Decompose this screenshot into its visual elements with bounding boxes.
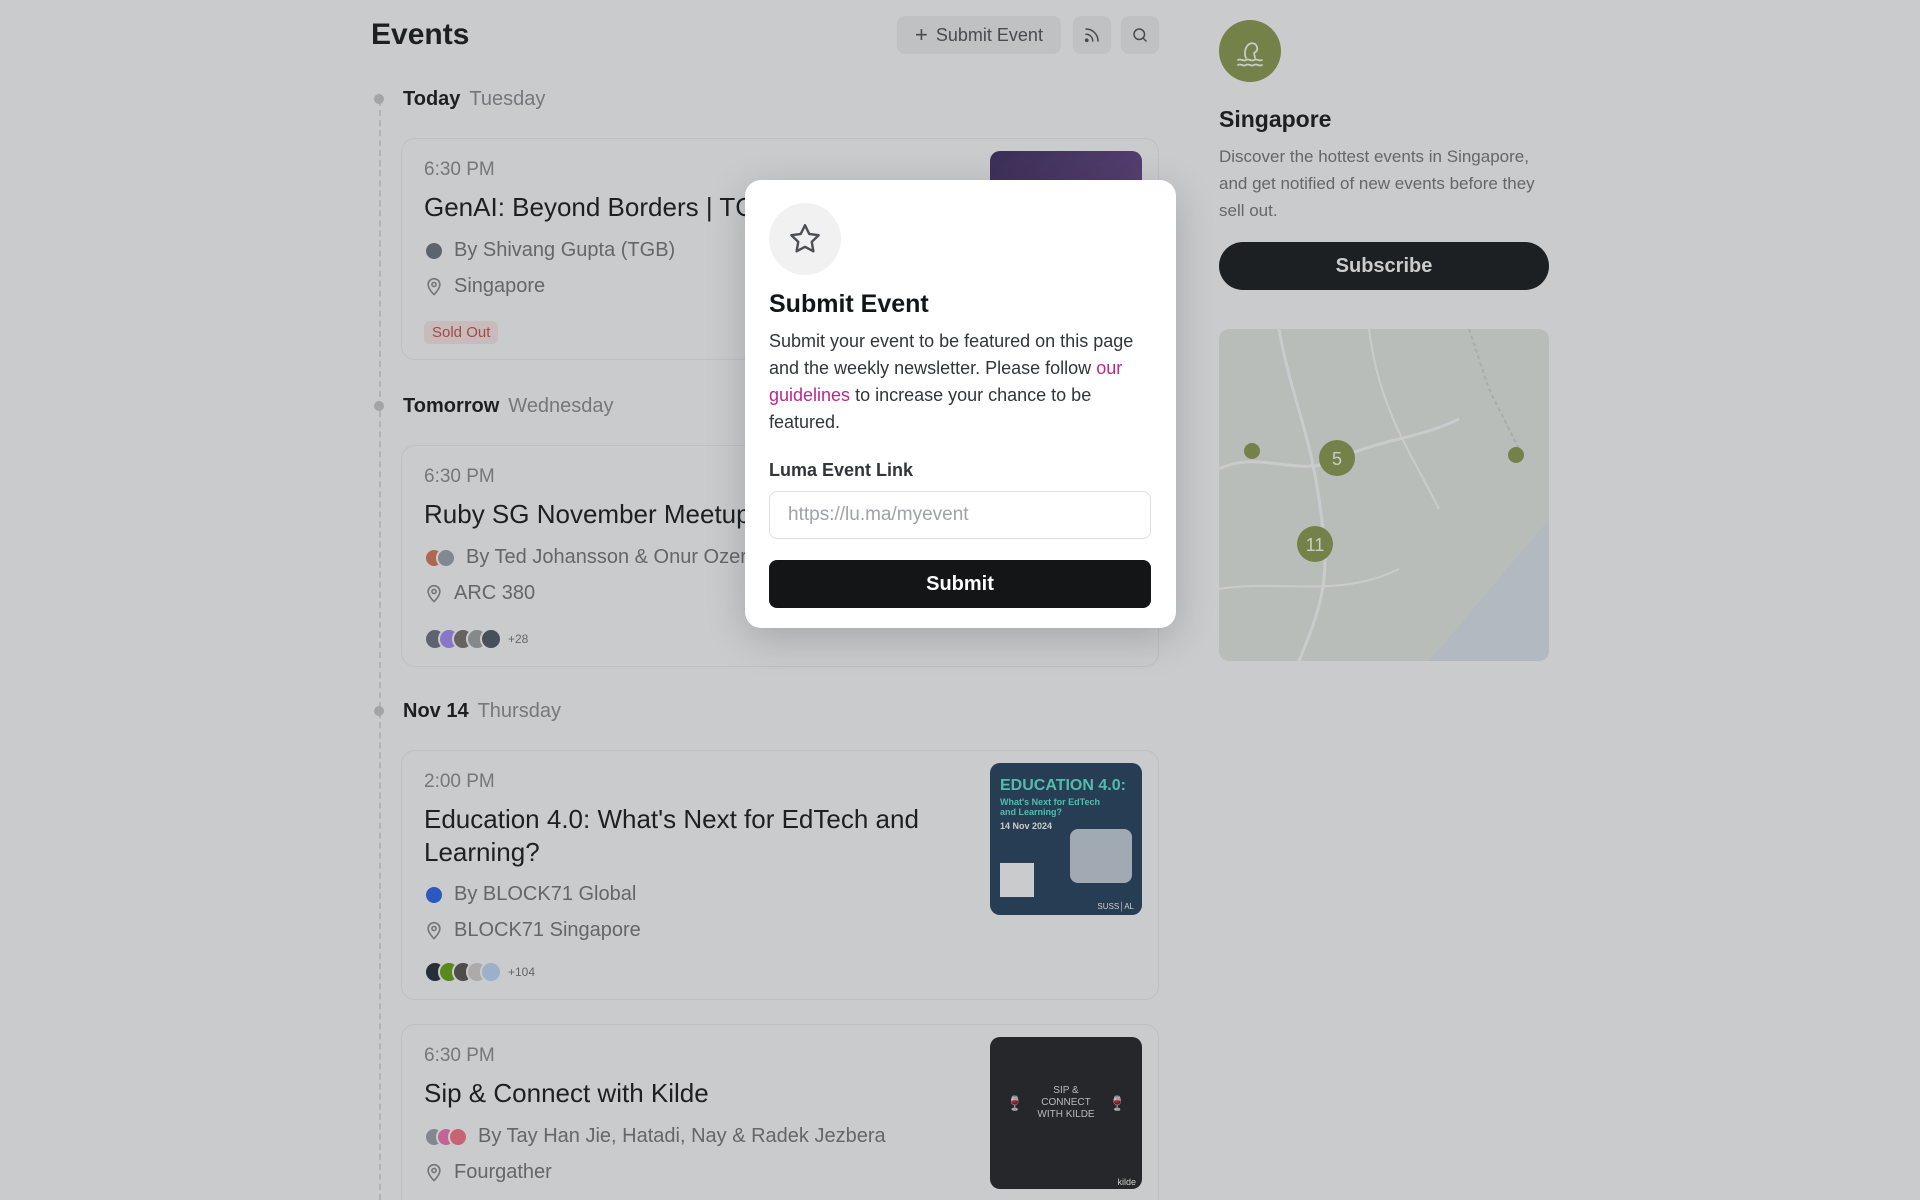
- modal-desc-text: Submit your event to be featured on this…: [769, 331, 1134, 378]
- submit-event-modal: Submit Event Submit your event to be fea…: [745, 180, 1176, 628]
- modal-description: Submit your event to be featured on this…: [769, 328, 1155, 436]
- event-link-label: Luma Event Link: [769, 460, 914, 480]
- star-icon: [769, 203, 841, 275]
- submit-button[interactable]: Submit: [769, 560, 1151, 608]
- event-link-input[interactable]: [769, 491, 1151, 539]
- modal-title: Submit Event: [769, 290, 929, 318]
